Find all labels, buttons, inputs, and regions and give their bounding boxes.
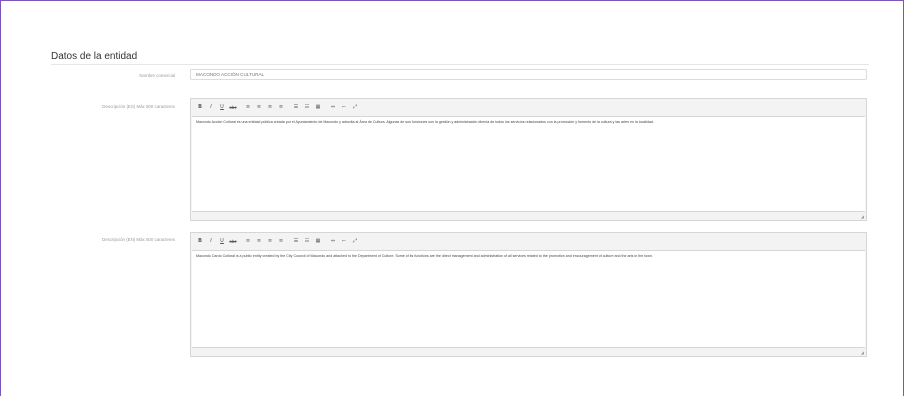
unlink-icon[interactable]: ⌐: [340, 103, 348, 111]
table-button[interactable]: ▦: [314, 103, 322, 111]
numbered-list-button[interactable]: ☷: [303, 237, 311, 245]
underline-button[interactable]: U: [218, 103, 226, 111]
align-center-button[interactable]: ≡: [255, 237, 263, 245]
editor-toolbar: B I U abc ≡ ≡ ≡ ≡ ☰ ☷ ▦ ⇔ ⌐ ⤢: [191, 233, 866, 249]
justify-button[interactable]: ≡: [277, 103, 285, 111]
nombre-comercial-input[interactable]: MACONDO ACCIÓN CULTURAL: [190, 69, 867, 80]
align-right-button[interactable]: ≡: [266, 103, 274, 111]
unlink-icon[interactable]: ⌐: [340, 237, 348, 245]
descripcion-en-editor[interactable]: B I U abc ≡ ≡ ≡ ≡ ☰ ☷ ▦ ⇔ ⌐ ⤢ Macondo Ca…: [190, 232, 867, 357]
descripcion-en-label: Descripción (EN) Máx 500 caracteres: [102, 237, 175, 242]
italic-button[interactable]: I: [207, 237, 215, 245]
fullscreen-icon[interactable]: ⤢: [351, 103, 359, 111]
editor-toolbar: B I U abc ≡ ≡ ≡ ≡ ☰ ☷ ▦ ⇔ ⌐ ⤢: [191, 99, 866, 115]
justify-button[interactable]: ≡: [277, 237, 285, 245]
fullscreen-icon[interactable]: ⤢: [351, 237, 359, 245]
align-center-button[interactable]: ≡: [255, 103, 263, 111]
resize-handle-icon[interactable]: ◢: [861, 214, 864, 219]
strikethrough-button[interactable]: abc: [229, 237, 237, 245]
link-icon[interactable]: ⇔: [329, 237, 337, 245]
table-button[interactable]: ▦: [314, 237, 322, 245]
bold-button[interactable]: B: [196, 237, 204, 245]
strikethrough-button[interactable]: abc: [229, 103, 237, 111]
bold-button[interactable]: B: [196, 103, 204, 111]
descripcion-en-textarea[interactable]: Macondo Cardo Cultural is a public entit…: [192, 250, 865, 348]
descripcion-es-editor[interactable]: B I U abc ≡ ≡ ≡ ≡ ☰ ☷ ▦ ⇔ ⌐ ⤢ Macondo Ac…: [190, 98, 867, 221]
page-frame: Datos de la entidad Nombre comercial MAC…: [0, 0, 904, 396]
bullet-list-button[interactable]: ☰: [292, 237, 300, 245]
bullet-list-button[interactable]: ☰: [292, 103, 300, 111]
nombre-comercial-label: Nombre comercial: [139, 73, 175, 78]
align-right-button[interactable]: ≡: [266, 237, 274, 245]
section-title: Datos de la entidad: [51, 51, 138, 62]
descripcion-es-textarea[interactable]: Macondo Acción Cultural es una entidad p…: [192, 116, 865, 212]
link-icon[interactable]: ⇔: [329, 103, 337, 111]
descripcion-es-label: Descripción (ES) Máx 500 caracteres: [102, 104, 175, 109]
align-left-button[interactable]: ≡: [244, 103, 252, 111]
align-left-button[interactable]: ≡: [244, 237, 252, 245]
resize-handle-icon[interactable]: ◢: [861, 350, 864, 355]
italic-button[interactable]: I: [207, 103, 215, 111]
section-divider: [51, 64, 869, 65]
numbered-list-button[interactable]: ☷: [303, 103, 311, 111]
underline-button[interactable]: U: [218, 237, 226, 245]
